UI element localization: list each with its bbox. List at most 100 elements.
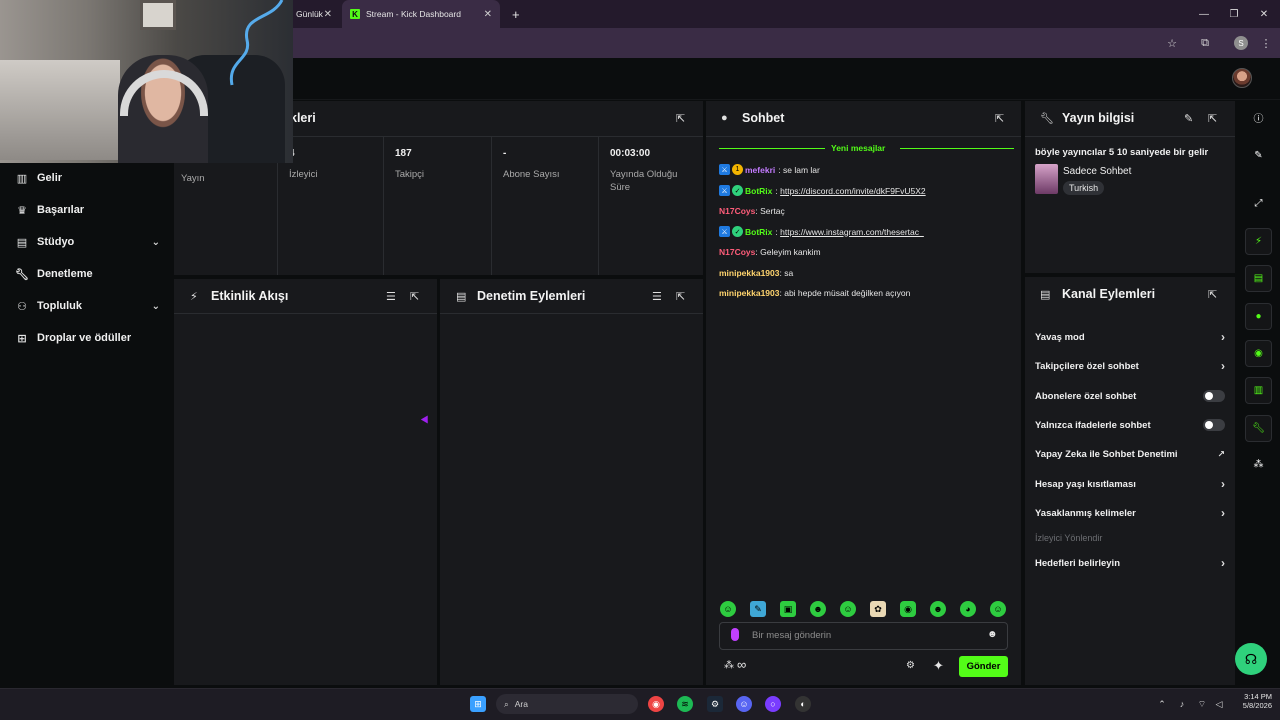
popout-icon[interactable]: ⇱ — [676, 290, 685, 303]
chat-username[interactable]: mefekri — [745, 165, 775, 175]
chat-message[interactable]: ⚔ ✓ BotRix: https://discord.com/invite/d… — [719, 185, 926, 196]
popout-icon[interactable]: ⇱ — [676, 112, 685, 125]
chat-username[interactable]: minipekka1903 — [719, 268, 779, 278]
star-icon[interactable]: ☆ — [1164, 35, 1180, 51]
chat-username[interactable]: N17Coys — [719, 206, 755, 216]
expand-icon[interactable]: ⤢ — [1245, 190, 1272, 217]
popout-icon[interactable]: ⇱ — [995, 112, 1004, 125]
channel-action-slow-mode[interactable]: Yavaş mod › — [1035, 328, 1225, 346]
document-icon[interactable]: ▤ — [1245, 265, 1272, 292]
more-icon[interactable]: ⁂ — [1245, 451, 1272, 478]
maximize-icon[interactable]: ❐ — [1218, 0, 1250, 28]
close-window-icon[interactable]: ✕ — [1248, 0, 1280, 28]
popout-icon[interactable]: ⇱ — [410, 290, 419, 303]
app-icon[interactable]: ○ — [765, 696, 781, 712]
chat-username[interactable]: BotRix — [745, 227, 772, 237]
pencil-icon[interactable]: ✎ — [1245, 142, 1272, 169]
sidebar-item-droplar[interactable]: ⊞ Droplar ve ödüller — [15, 327, 160, 349]
subscribers-only-toggle[interactable] — [1203, 390, 1225, 402]
lightning-icon[interactable]: ⚡︎ — [1245, 228, 1272, 255]
chat-message[interactable]: minipekka1903: sa — [719, 268, 793, 278]
rewards-icon[interactable]: ✦ — [933, 658, 944, 674]
chevron-up-icon[interactable]: ⌃ — [1154, 696, 1170, 712]
avatar[interactable] — [1232, 68, 1252, 88]
chat-username[interactable]: minipekka1903 — [719, 288, 779, 298]
emoji-icon[interactable]: ☻ — [987, 629, 998, 640]
category-thumbnail[interactable] — [1035, 164, 1058, 194]
emote-icon[interactable]: ☺ — [840, 601, 856, 617]
document-icon: ▤ — [456, 291, 467, 303]
new-messages-line — [900, 148, 1014, 149]
sidebar-item-topluluk[interactable]: ⚇ Topluluk ⌄ — [15, 295, 160, 317]
microphone-icon[interactable]: ♪ — [1174, 696, 1190, 712]
sidebar-item-denetleme[interactable]: 🔧︎ Denetleme — [15, 263, 160, 285]
discord-icon[interactable]: ☺ — [736, 696, 752, 712]
chat-input[interactable]: Bir mesaj gönderin — [752, 630, 831, 641]
emote-icon[interactable]: ☺ — [990, 601, 1006, 617]
close-tab-icon[interactable]: ✕ — [324, 9, 332, 20]
emote-icon[interactable]: ✎ — [750, 601, 766, 617]
obs-icon[interactable]: ◐ — [795, 696, 811, 712]
chat-message[interactable]: N17Coys: Geleyim kankim — [719, 247, 821, 257]
menu-icon[interactable]: ⋮ — [1258, 35, 1274, 51]
popout-icon[interactable]: ⇱ — [1208, 288, 1217, 301]
chat-message[interactable]: N17Coys: Sertaç — [719, 206, 785, 216]
minimize-icon[interactable]: — — [1188, 0, 1220, 28]
chat-username[interactable]: N17Coys — [719, 247, 755, 257]
category-name[interactable]: Sadece Sohbet — [1063, 166, 1131, 177]
emote-icon[interactable]: ◕ — [960, 601, 976, 617]
emote-icon[interactable]: ☻ — [810, 601, 826, 617]
close-tab-icon[interactable]: ✕ — [484, 9, 492, 20]
gear-icon[interactable]: ⚙ — [906, 660, 915, 671]
wifi-icon[interactable]: ⌔ — [1194, 696, 1210, 712]
steam-icon[interactable]: ⚙ — [707, 696, 723, 712]
kick-points-icon[interactable]: ⁂ — [724, 660, 734, 671]
emote-icon[interactable]: ☻ — [930, 601, 946, 617]
sidebar-item-gelir[interactable]: ▥ Gelir — [15, 167, 160, 189]
channel-action-ai-moderation[interactable]: Yapay Zeka ile Sohbet Denetimi ↗ — [1035, 445, 1225, 463]
sidebar-item-studyo[interactable]: ▤ Stüdyo ⌄ — [15, 231, 160, 253]
chrome-icon[interactable]: ◉ — [648, 696, 664, 712]
extensions-icon[interactable]: ⧉ — [1197, 35, 1213, 51]
chat-message[interactable]: ⚔ 1 mefekri: se lam lar — [719, 164, 820, 175]
chat-bubble-icon[interactable]: ● — [1245, 303, 1272, 330]
emotes-only-toggle[interactable] — [1203, 419, 1225, 431]
bed — [0, 60, 120, 160]
windows-start-icon[interactable]: ⊞ — [470, 696, 486, 712]
popout-icon[interactable]: ⇱ — [1208, 112, 1217, 125]
spotify-icon[interactable]: ≋ — [677, 696, 693, 712]
broadcast-icon[interactable]: ◉ — [1245, 340, 1272, 367]
channel-action-set-goals[interactable]: Hedefleri belirleyin › — [1035, 554, 1225, 572]
emote-icon[interactable]: ☺ — [720, 601, 736, 617]
stat-card: - Abone Sayısı — [492, 137, 599, 275]
send-button[interactable]: Gönder — [959, 656, 1008, 677]
info-icon[interactable]: ⓘ — [1245, 104, 1272, 131]
browser-tab[interactable]: Günlük ✕ — [288, 0, 340, 28]
chat-message[interactable]: minipekka1903: abi hepde müsait değilken… — [719, 288, 910, 298]
layout-icon[interactable]: ▥ — [1245, 377, 1272, 404]
new-tab-button[interactable]: + — [504, 0, 524, 28]
channel-action-banned-words[interactable]: Yasaklanmış kelimeler › — [1035, 504, 1225, 522]
wrench-icon[interactable]: 🔧︎ — [1245, 415, 1272, 442]
sidebar-item-basarilar[interactable]: ♛ Başarılar — [15, 199, 160, 221]
emote-icon[interactable]: ✿ — [870, 601, 886, 617]
filter-icon[interactable]: ☰ — [652, 290, 662, 303]
emote-icon[interactable]: ▣ — [780, 601, 796, 617]
chat-message[interactable]: ⚔ ✓ BotRix: https://www.instagram.com/th… — [719, 226, 924, 237]
pencil-icon[interactable]: ✎ — [1184, 112, 1193, 125]
browser-tab-active[interactable]: K Stream - Kick Dashboard ✕ — [342, 0, 500, 28]
channel-action-followers-only[interactable]: Takipçilere özel sohbet › — [1035, 357, 1225, 375]
taskbar-clock[interactable]: 3:14 PM 5/8/2026 — [1228, 692, 1272, 710]
speaker-icon[interactable]: ◁ — [1211, 696, 1227, 712]
emote-icon[interactable]: ◉ — [900, 601, 916, 617]
profile-icon[interactable]: S — [1233, 35, 1249, 51]
filter-icon[interactable]: ☰ — [386, 290, 396, 303]
chat-username[interactable]: BotRix — [745, 186, 772, 196]
taskbar-search[interactable]: ⌕ Ara — [496, 694, 638, 714]
headset-icon[interactable]: ☊ — [1235, 643, 1267, 675]
microphone-icon[interactable] — [731, 628, 739, 641]
chat-link[interactable]: https://www.instagram.com/thesertac_ — [780, 227, 924, 237]
chat-link[interactable]: https://discord.com/invite/dkF9FvU5X2 — [780, 186, 926, 196]
channel-action-label: Yavaş mod — [1035, 331, 1085, 343]
channel-action-account-age[interactable]: Hesap yaşı kısıtlaması › — [1035, 475, 1225, 493]
